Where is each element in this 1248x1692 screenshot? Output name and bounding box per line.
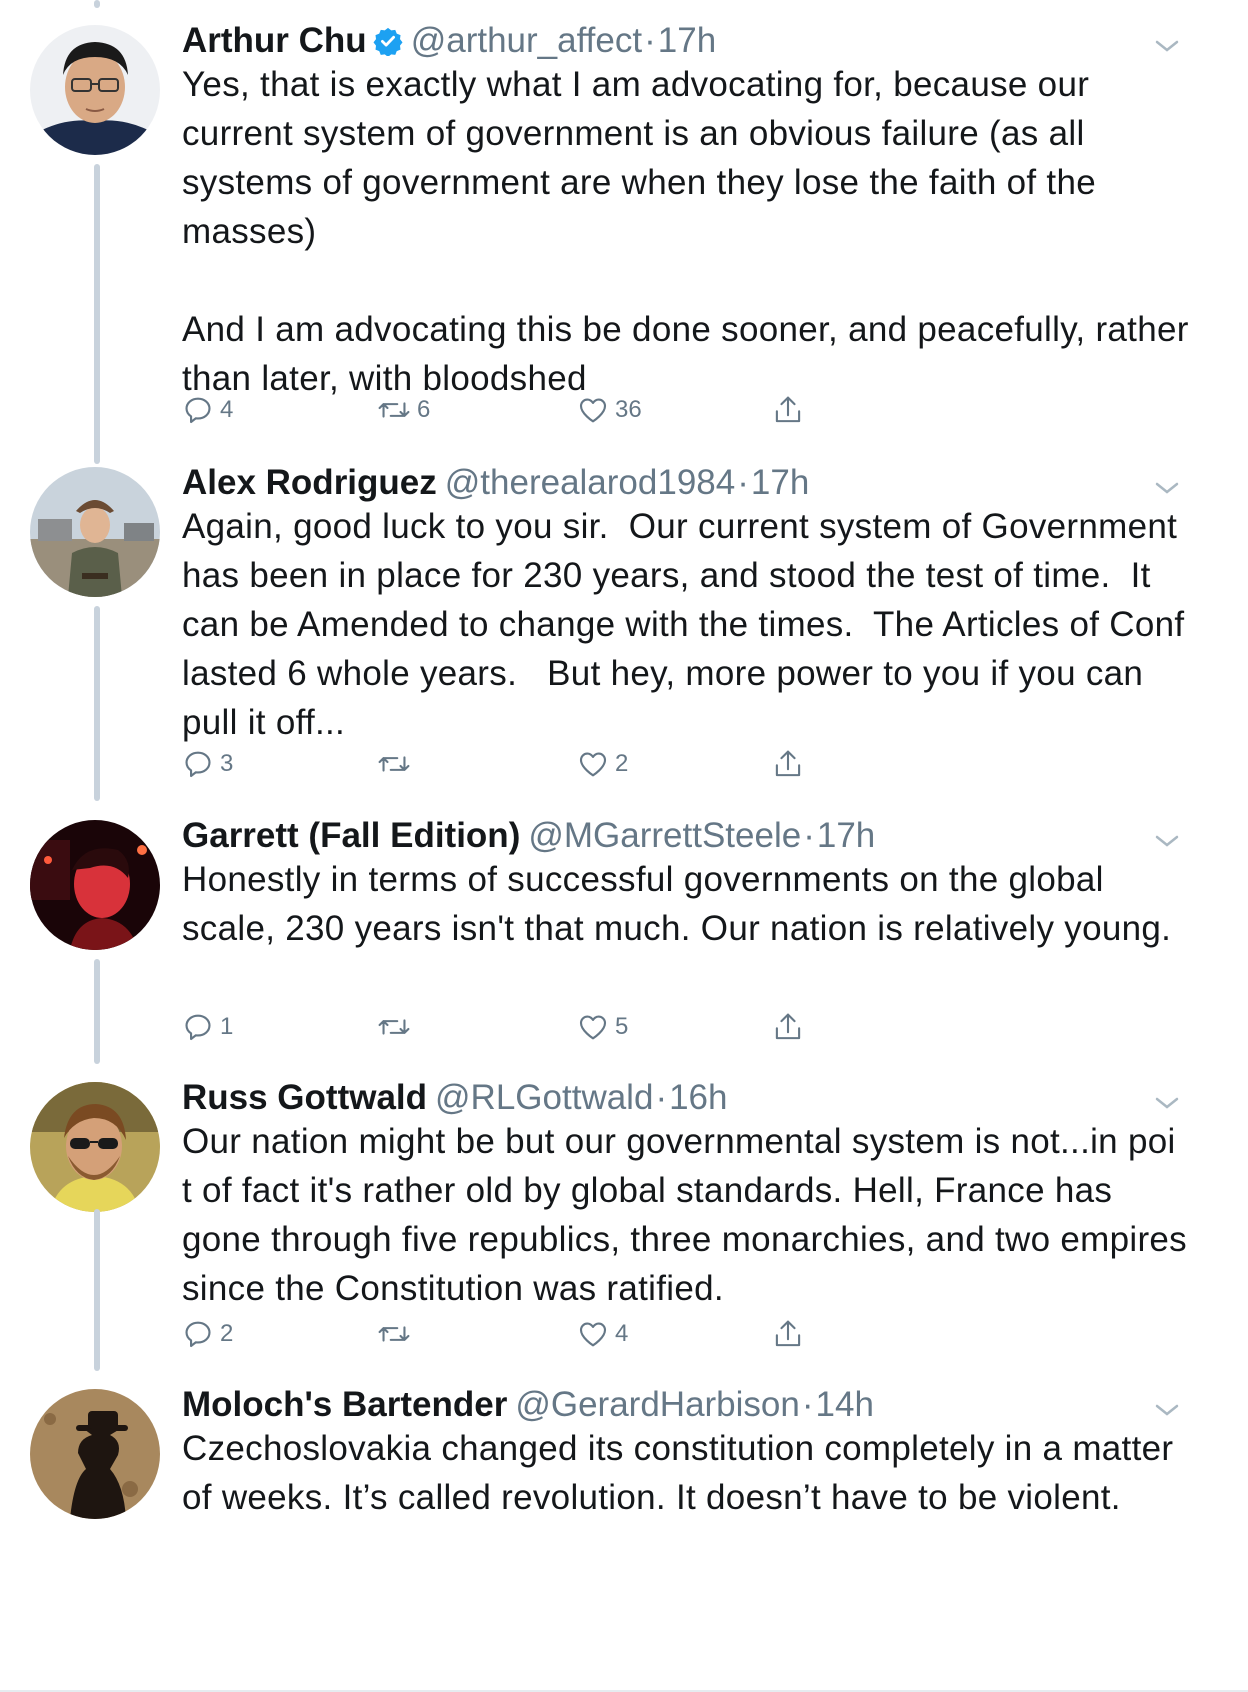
chevron-down-icon[interactable] [1152,1093,1182,1113]
separator: · [801,1385,814,1424]
timestamp[interactable]: 16h [669,1078,727,1117]
user-handle[interactable]: @therealarod1984 [445,463,735,502]
tweet-header: Alex Rodriguez @therealarod1984·17h [182,460,1178,506]
like-button[interactable]: 4 [577,1314,628,1354]
retweet-button[interactable]: 6 [377,390,430,430]
heart-icon [577,1318,609,1350]
thread-connector [94,164,100,464]
tweet-text: Honestly in terms of successful governme… [182,860,1172,948]
share-button[interactable] [772,1007,804,1047]
reply-button[interactable]: 1 [182,1007,233,1047]
tweet-text: Our nation might be but our governmental… [182,1122,1198,1308]
separator: · [803,816,815,855]
thread-connector [94,606,100,801]
share-icon [772,1010,804,1044]
timestamp[interactable]: 17h [751,463,809,502]
retweet-icon [377,748,411,780]
user-handle[interactable]: @GerardHarbison [515,1385,800,1424]
reply-count: 2 [220,1320,234,1347]
avatar-garrett[interactable] [30,820,160,950]
retweet-icon [377,1011,411,1043]
user-handle[interactable]: @MGarrettSteele [528,816,801,855]
avatar-alex-rodriguez[interactable] [30,467,160,597]
avatar-molochs-bartender[interactable] [30,1389,160,1519]
tweet[interactable]: Russ Gottwald @RLGottwald·16h Our nation … [0,1057,1248,1371]
user-handle[interactable]: @RLGottwald [435,1078,653,1117]
thread-connector [94,1209,100,1371]
like-count: 5 [615,1013,629,1040]
tweet-header: Garrett (Fall Edition) @MGarrettSteele·17… [182,813,1178,859]
share-icon [772,393,804,427]
display-name[interactable]: Alex Rodriguez [182,463,437,502]
reply-count: 4 [220,396,234,423]
tweet-header: Moloch's Bartender @GerardHarbison·14h [182,1382,1178,1428]
reply-button[interactable]: 2 [182,1314,233,1354]
tweet-actions: 3 2 [182,744,822,784]
timestamp[interactable]: 17h [817,816,875,855]
heart-icon [577,748,609,780]
display-name[interactable]: Russ Gottwald [182,1078,427,1117]
avatar-russ-gottwald[interactable] [30,1082,160,1212]
tweet-text: Again, good luck to you sir. Our current… [182,507,1195,742]
like-button[interactable]: 36 [577,390,642,430]
heart-icon [577,394,609,426]
display-name[interactable]: Arthur Chu [182,21,367,60]
tweet[interactable]: Arthur Chu @arthur_affect·17h Yes, that i… [0,0,1248,470]
separator: · [655,1078,668,1117]
like-count: 36 [615,396,642,423]
separator: · [644,21,656,60]
chevron-down-icon[interactable] [1152,36,1182,56]
tweet[interactable]: Garrett (Fall Edition) @MGarrettSteele·17… [0,795,1248,1064]
like-button[interactable]: 2 [577,744,628,784]
tweet[interactable]: Alex Rodriguez @therealarod1984·17h Again… [0,442,1248,801]
retweet-button[interactable] [377,744,417,784]
chevron-down-icon[interactable] [1152,1400,1182,1420]
tweet-text: Czechoslovakia changed its constitution … [182,1429,1184,1517]
reply-count: 3 [220,750,234,777]
retweet-count: 6 [417,396,431,423]
tweet-actions: 1 5 [182,1007,822,1047]
reply-icon [182,1011,214,1043]
retweet-button[interactable] [377,1007,417,1047]
timestamp[interactable]: 17h [658,21,716,60]
reply-icon [182,748,214,780]
display-name[interactable]: Moloch's Bartender [182,1385,507,1424]
like-count: 4 [615,1320,629,1347]
share-icon [772,1317,804,1351]
heart-icon [577,1011,609,1043]
reply-button[interactable]: 4 [182,390,233,430]
chevron-down-icon[interactable] [1152,478,1182,498]
share-button[interactable] [772,390,804,430]
reply-icon [182,1318,214,1350]
timestamp[interactable]: 14h [816,1385,874,1424]
separator: · [737,463,749,502]
retweet-icon [377,394,411,426]
chevron-down-icon[interactable] [1152,831,1182,851]
retweet-icon [377,1318,411,1350]
tweet[interactable]: Moloch's Bartender @GerardHarbison·14h Cz… [0,1364,1248,1692]
share-button[interactable] [772,744,804,784]
like-count: 2 [615,750,629,777]
tweet-text: Yes, that is exactly what I am advocatin… [182,65,1189,398]
user-handle[interactable]: @arthur_affect [411,21,642,60]
like-button[interactable]: 5 [577,1007,628,1047]
retweet-button[interactable] [377,1314,417,1354]
share-button[interactable] [772,1314,804,1354]
share-icon [772,747,804,781]
display-name[interactable]: Garrett (Fall Edition) [182,816,520,855]
tweet-actions: 2 4 [182,1314,822,1354]
avatar-arthur-chu[interactable] [30,25,160,155]
reply-icon [182,394,214,426]
tweet-actions: 4 6 36 [182,390,822,430]
thread-connector [94,959,100,1064]
tweet-header: Russ Gottwald @RLGottwald·16h [182,1075,1178,1121]
reply-button[interactable]: 3 [182,744,233,784]
reply-count: 1 [220,1013,234,1040]
